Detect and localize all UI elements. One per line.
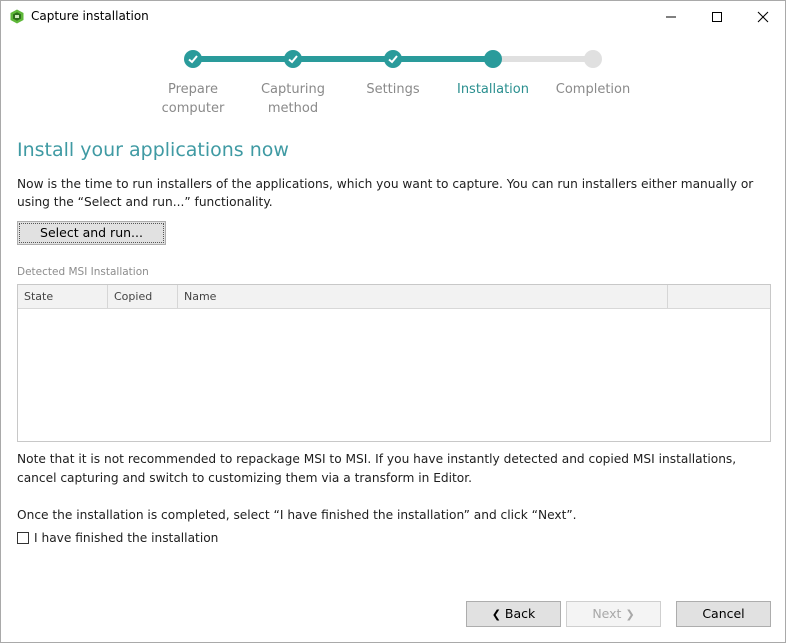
check-icon	[188, 55, 198, 64]
step-connector	[393, 56, 493, 62]
step-label-completion: Completion	[555, 82, 631, 97]
check-icon	[288, 55, 298, 64]
app-logo-icon	[10, 9, 24, 24]
chevron-right-icon: ❯	[625, 608, 635, 621]
step-label-capturing: Capturing method	[260, 82, 326, 116]
back-button[interactable]: ❮ Back	[466, 601, 561, 627]
step-connector	[193, 56, 293, 62]
maximize-button[interactable]	[694, 1, 740, 32]
minimize-button[interactable]	[648, 1, 694, 32]
detected-msi-label: Detected MSI Installation	[17, 266, 149, 278]
step-dot-settings	[384, 50, 402, 68]
step-label-settings: Settings	[366, 82, 420, 97]
chevron-left-icon: ❮	[491, 608, 501, 621]
capture-installation-window: Capture installation Prepare computer Ca…	[0, 0, 786, 643]
step-connector	[493, 56, 593, 62]
select-and-run-button[interactable]: Select and run...	[17, 221, 166, 245]
maximize-icon	[712, 12, 722, 22]
wizard-stepper: Prepare computer Capturing method Settin…	[1, 47, 786, 117]
step-connector	[293, 56, 393, 62]
intro-text: Now is the time to run installers of the…	[17, 177, 754, 209]
minimize-icon	[666, 16, 676, 18]
window-title: Capture installation	[31, 9, 149, 23]
column-header-state[interactable]: State	[18, 285, 108, 308]
step-dot-prepare	[184, 50, 202, 68]
next-label: Next	[592, 606, 622, 621]
step-dot-completion	[584, 50, 602, 68]
repackage-note: Note that it is not recommended to repac…	[17, 452, 737, 485]
column-header-name[interactable]: Name	[178, 285, 668, 308]
back-label: Back	[504, 606, 536, 621]
step-label-prepare: Prepare computer	[161, 82, 225, 116]
close-icon	[757, 11, 769, 23]
check-icon	[388, 55, 398, 64]
completion-instruction: Once the installation is completed, sele…	[17, 508, 577, 522]
page-heading: Install your applications now	[17, 139, 289, 161]
column-header-blank	[668, 285, 770, 308]
next-button[interactable]: Next ❯	[566, 601, 661, 627]
detected-msi-table[interactable]: State Copied Name	[17, 284, 771, 442]
close-button[interactable]	[740, 1, 786, 32]
cancel-button[interactable]: Cancel	[676, 601, 771, 627]
step-dot-capturing	[284, 50, 302, 68]
column-header-copied[interactable]: Copied	[108, 285, 178, 308]
finished-installation-label[interactable]: I have finished the installation	[34, 531, 218, 545]
table-header: State Copied Name	[18, 285, 770, 309]
finished-installation-checkbox[interactable]	[17, 532, 29, 544]
step-label-installation: Installation	[456, 82, 529, 97]
title-bar[interactable]: Capture installation	[1, 1, 785, 32]
step-dot-installation	[484, 50, 502, 68]
